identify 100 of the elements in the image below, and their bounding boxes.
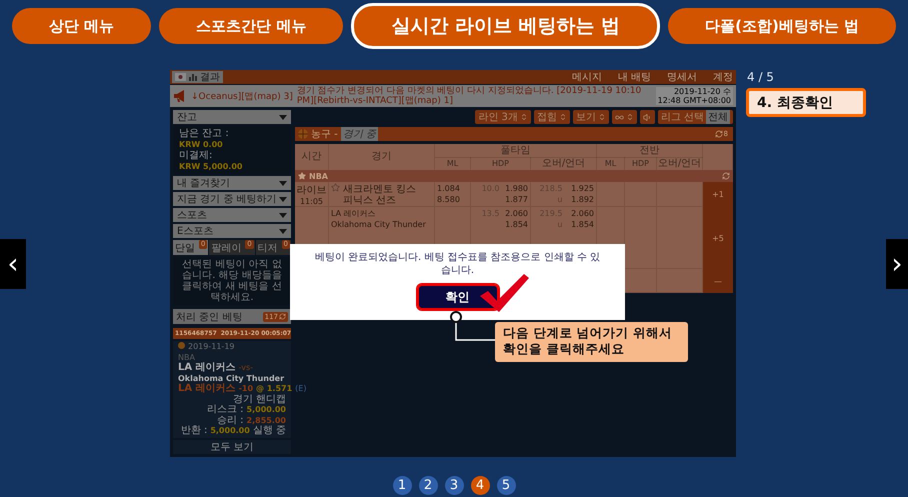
match-time: 11:05 — [300, 197, 324, 206]
star-icon — [331, 183, 340, 192]
next-button[interactable]: › — [886, 238, 908, 288]
up-down-icon — [626, 113, 634, 121]
basketball-icon — [298, 129, 308, 139]
refresh-icon — [279, 313, 286, 320]
up-down-icon — [598, 113, 606, 121]
balance-label: 미결제: — [179, 150, 214, 161]
bar-chart-icon — [189, 74, 197, 80]
nav-tab[interactable]: 스포츠간단 메뉴 — [159, 8, 344, 44]
more-markets-button[interactable]: — — [703, 269, 733, 293]
menu-select[interactable]: 지금 경기 중 베팅하기 — [173, 192, 291, 206]
caret-icon — [279, 180, 287, 186]
nav-tab[interactable]: 상단 메뉴 — [12, 8, 152, 44]
page-dot[interactable]: 1 — [392, 476, 412, 495]
top-menu-link[interactable]: 내 배팅 — [618, 70, 651, 84]
toolbar-select[interactable]: 보기 — [572, 110, 609, 124]
checkmark-icon — [480, 274, 530, 314]
league-row[interactable]: NBA — [295, 170, 733, 182]
top-menu-link[interactable]: 메시지 — [572, 70, 602, 84]
empty-message: 선택된 베팅이 아직 없습니다. 해당 배당들을 클릭하여 새 베팅을 선택하세요. — [181, 259, 283, 303]
flag-icon — [175, 73, 186, 81]
odds-value[interactable]: 1.877 — [502, 194, 528, 205]
ball-icon — [178, 342, 185, 349]
slide-counter: 4 / 5 — [747, 70, 775, 84]
market-name: 경기 핸디캡 — [232, 394, 286, 404]
step-label: 4. 최종확인 — [746, 88, 866, 117]
status-text: 실행 중 — [252, 426, 286, 436]
sound-button[interactable] — [640, 110, 655, 124]
pending-bets-title: 처리 중인 베팅 — [176, 310, 242, 324]
odds-value[interactable]: 1.084 — [437, 183, 460, 194]
bet-date: 2019-11-19 — [188, 342, 234, 352]
megaphone-icon — [173, 90, 187, 102]
page-dot[interactable]: 3 — [444, 476, 464, 495]
menu-select[interactable]: E스포츠 — [173, 224, 291, 238]
team-name: 새크라멘토 킹스 — [343, 184, 416, 195]
previous-button[interactable]: ‹ — [0, 238, 26, 288]
column-group-header: 전반 — [597, 144, 703, 158]
balance-value: KRW 5,000.00 — [179, 161, 244, 172]
odds-value[interactable]: 2.060 — [564, 208, 594, 219]
odds-value[interactable]: 1.980 — [502, 183, 528, 194]
page-dot[interactable]: 5 — [496, 476, 516, 495]
odds-value[interactable]: 1.892 — [564, 194, 594, 205]
refresh-icon — [714, 130, 723, 138]
sport-name: 농구 - — [311, 128, 338, 141]
balance-select[interactable]: 잔고 — [173, 110, 291, 124]
league-select[interactable]: 리그 선택 전체 — [658, 110, 733, 124]
nav-tab[interactable]: 실시간 라이브 베팅하는 법 — [351, 3, 660, 49]
team-name: Oklahoma City Thunder — [331, 219, 426, 230]
status-tag: 경기 중 — [340, 127, 378, 141]
more-markets-button[interactable]: +5 — [703, 207, 733, 269]
more-markets-button[interactable]: +1 — [703, 182, 733, 207]
team-name: 피닉스 선즈 — [343, 195, 398, 206]
match-time: 라이브 — [296, 184, 326, 197]
amount-value: 5,000.00 — [210, 426, 250, 436]
odds-value[interactable]: 1.925 — [564, 183, 594, 194]
balance-label: 남은 잔고 : — [179, 128, 230, 139]
column-group-header: 풀타임 — [435, 144, 597, 158]
nav-tab[interactable]: 다폴(조합)베팅하는 법 — [668, 8, 896, 44]
odds-type: (E) — [295, 384, 306, 394]
infinity-icon — [614, 112, 624, 122]
page-dot[interactable]: 2 — [418, 476, 438, 495]
page-dot[interactable]: 4 — [470, 476, 490, 495]
instruction-callout: 다음 단계로 넘어가기 위해서 확인을 클릭해주세요 — [495, 322, 688, 362]
odds-format-select[interactable] — [612, 110, 637, 124]
caret-icon — [279, 228, 287, 234]
pick-team: LA 레이커스 — [178, 384, 236, 394]
amount-value: 5,000.00 — [246, 405, 286, 416]
dialog-message: 베팅이 완료되었습니다. 베팅 접수표를 참조용으로 인쇄할 수 있습니다. — [314, 251, 602, 277]
menu-select[interactable]: 스포츠 — [173, 208, 291, 222]
away-team: Oklahoma City Thunder — [178, 374, 286, 383]
view-all-button[interactable]: 모두 보기 — [173, 440, 291, 454]
up-down-icon — [520, 113, 528, 121]
top-menu-link[interactable]: 명세서 — [667, 70, 697, 84]
ticker-text: 경기 점수가 변경되어 다음 마켓의 베팅이 다시 지정되었습니다. [2019-11-19 10:10 PM][Rebirth-vs-INTACT][맵(map) 1] — [296, 86, 642, 106]
amount-label: 리스크 : — [206, 405, 244, 416]
refresh-icon — [722, 172, 730, 180]
speaker-icon — [642, 112, 652, 122]
odds-value[interactable]: 1.854 — [564, 219, 594, 230]
balance-value: KRW 0.00 — [179, 139, 224, 150]
odds-value: @ 1.571 — [256, 384, 292, 394]
toolbar-select[interactable]: 라인 3개 — [475, 110, 531, 124]
up-down-icon — [558, 113, 567, 121]
toolbar-select[interactable]: 접힘 — [534, 110, 570, 124]
caret-icon — [279, 114, 287, 120]
odds-value[interactable]: 1.854 — [502, 219, 528, 230]
home-team: LA 레이커스 — [178, 363, 236, 374]
odds-value[interactable]: 2.060 — [502, 208, 528, 219]
amount-label: 반환 : — [180, 426, 208, 436]
ticker-lead: ↓Oceanus][맵(map) 3] — [191, 90, 293, 102]
menu-select[interactable]: 내 즐겨찾기 — [173, 176, 291, 190]
confirm-button[interactable]: 확인 — [416, 284, 498, 310]
versus-text: -vs- — [238, 363, 254, 374]
caret-icon — [279, 212, 287, 218]
odds-value[interactable]: 8.580 — [437, 194, 460, 205]
results-tab[interactable]: 결과 — [172, 71, 223, 83]
time-text: 12:48 GMT+08:00 — [658, 96, 731, 105]
top-menu-link[interactable]: 계정 — [713, 70, 733, 84]
caret-icon — [279, 196, 287, 202]
handicap-line: -10 — [238, 384, 254, 394]
